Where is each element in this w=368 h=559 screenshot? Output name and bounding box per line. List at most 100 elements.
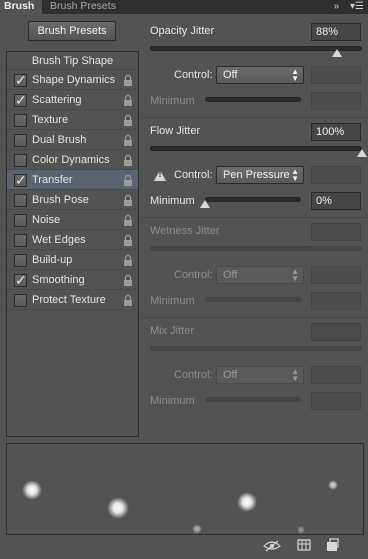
list-item-brush-tip-shape[interactable]: Brush Tip Shape (7, 52, 138, 70)
mix-control-select: Off ▲ ▼ (216, 366, 304, 384)
section-divider (143, 217, 368, 218)
section-divider (143, 117, 368, 118)
list-item[interactable]: Noise (7, 210, 138, 230)
list-item-label: Smoothing (32, 274, 85, 286)
list-item[interactable]: ✓ Transfer (7, 170, 138, 190)
checkbox[interactable]: ✓ (14, 72, 27, 88)
panel-bottom-bar (0, 538, 368, 559)
checkbox[interactable] (14, 154, 27, 167)
list-item[interactable]: Build-up (7, 250, 138, 270)
brush-dab (192, 524, 202, 534)
panel-menu-icon[interactable]: ▾☰ (350, 1, 364, 12)
list-item-label: Brush Pose (32, 194, 89, 206)
checkmark-icon: ✓ (15, 92, 27, 108)
lock-icon[interactable] (123, 115, 133, 126)
brush-presets-button[interactable]: Brush Presets (28, 21, 116, 41)
mix-control-label: Control: (174, 369, 213, 381)
lock-icon[interactable] (123, 235, 133, 246)
list-item[interactable]: Wet Edges (7, 230, 138, 250)
wetness-control-label: Control: (174, 269, 213, 281)
list-item[interactable]: Color Dynamics (7, 150, 138, 170)
opacity-control-field (311, 66, 361, 84)
checkbox[interactable]: ✓ (14, 272, 27, 288)
list-item[interactable]: ✓ Scattering (7, 90, 138, 110)
new-preset-icon[interactable] (325, 538, 339, 552)
wetness-jitter-field (311, 223, 361, 241)
list-item-label: Shape Dynamics (32, 74, 116, 86)
checkbox[interactable]: ✓ (14, 92, 27, 108)
brush-dab (297, 526, 305, 534)
flow-minimum-field[interactable]: 0% (311, 192, 361, 210)
flow-control-field (311, 166, 361, 184)
lock-icon[interactable] (123, 175, 133, 186)
opacity-jitter-slider[interactable] (150, 46, 362, 51)
lock-icon[interactable] (123, 75, 133, 86)
opacity-jitter-field[interactable]: 88% (311, 23, 361, 41)
flow-jitter-slider-thumb[interactable] (357, 149, 367, 157)
lock-icon[interactable] (123, 195, 133, 206)
brush-settings-list: Brush Tip Shape ✓ Shape Dynamics ✓ Scatteri… (6, 51, 139, 437)
list-item[interactable]: Texture (7, 110, 138, 130)
mix-jitter-field (311, 323, 361, 341)
lock-icon[interactable] (123, 155, 133, 166)
opacity-minimum-label: Minimum (150, 95, 195, 107)
checkbox[interactable] (14, 114, 27, 127)
flow-jitter-field[interactable]: 100% (311, 123, 361, 141)
list-item-label: Protect Texture (32, 294, 106, 306)
tab-brush[interactable]: Brush (0, 0, 42, 14)
flow-jitter-slider[interactable] (150, 146, 362, 151)
wetness-control-select: Off ▲ ▼ (216, 266, 304, 284)
tab-bar-icons: » ▾☰ (326, 0, 364, 14)
brush-stroke-preview (6, 443, 364, 535)
list-item-label: Scattering (32, 94, 82, 106)
brush-dab (107, 497, 129, 519)
flow-control-label: Control: (174, 169, 213, 181)
opacity-control-label: Control: (174, 69, 213, 81)
checkbox[interactable] (14, 134, 27, 147)
brush-dab (328, 480, 338, 490)
list-item[interactable]: Protect Texture (7, 290, 138, 310)
lock-icon[interactable] (123, 215, 133, 226)
checkbox[interactable]: ✓ (14, 172, 27, 188)
mix-minimum-label: Minimum (150, 395, 195, 407)
list-item-label: Dual Brush (32, 134, 87, 146)
opacity-jitter-label: Opacity Jitter (150, 25, 215, 37)
eye-icon[interactable] (262, 538, 282, 552)
list-item[interactable]: Dual Brush (7, 130, 138, 150)
checkbox[interactable] (14, 194, 27, 207)
lock-icon[interactable] (123, 295, 133, 306)
checkbox[interactable] (14, 234, 27, 247)
checkbox[interactable] (14, 294, 27, 307)
flow-minimum-slider-thumb[interactable] (200, 200, 210, 208)
wetness-control-value: Off (223, 269, 238, 281)
lock-icon[interactable] (123, 275, 133, 286)
checkbox[interactable] (14, 254, 27, 267)
flow-control-select[interactable]: Pen Pressure ▲ ▼ (216, 166, 304, 184)
mix-jitter-slider (150, 346, 362, 351)
tab-brush-presets[interactable]: Brush Presets (44, 0, 122, 14)
opacity-minimum-slider (205, 97, 301, 102)
flow-minimum-slider[interactable] (205, 197, 301, 202)
checkmark-icon: ✓ (15, 272, 27, 288)
lock-icon[interactable] (123, 135, 133, 146)
lock-icon[interactable] (123, 95, 133, 106)
opacity-control-select[interactable]: Off ▲ ▼ (216, 66, 304, 84)
grid-icon[interactable] (297, 538, 311, 552)
wetness-minimum-label: Minimum (150, 295, 195, 307)
flow-jitter-label: Flow Jitter (150, 125, 201, 137)
brush-dab (22, 480, 42, 500)
opacity-minimum-field (311, 92, 361, 110)
wetness-jitter-label: Wetness Jitter (150, 225, 220, 237)
mix-minimum-slider (205, 397, 301, 402)
checkbox[interactable] (14, 214, 27, 227)
list-item-label: Texture (32, 114, 69, 126)
collapse-icon[interactable]: » (334, 1, 340, 12)
list-item[interactable]: ✓ Smoothing (7, 270, 138, 290)
brush-dab (237, 492, 257, 512)
mix-control-value: Off (223, 369, 238, 381)
wetness-minimum-field (311, 292, 361, 310)
opacity-jitter-slider-thumb[interactable] (331, 49, 342, 57)
list-item[interactable]: ✓ Shape Dynamics (7, 70, 138, 90)
list-item[interactable]: Brush Pose (7, 190, 138, 210)
lock-icon[interactable] (123, 255, 133, 266)
